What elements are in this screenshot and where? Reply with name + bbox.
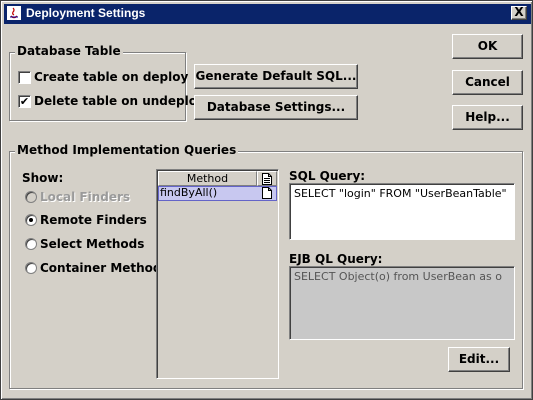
help-button[interactable]: Help... [452, 105, 523, 130]
sql-query-label: SQL Query: [289, 169, 366, 183]
icon-column-header[interactable] [257, 171, 277, 186]
generate-default-sql-button[interactable]: Generate Default SQL... [194, 64, 358, 89]
table-row[interactable]: findByAll() [158, 186, 277, 201]
radio-selected-dot [29, 218, 33, 222]
close-icon: X [514, 5, 524, 19]
java-app-icon [7, 6, 21, 20]
method-queries-group-title: Method Implementation Queries [15, 143, 239, 157]
method-cell: findByAll() [160, 186, 218, 199]
show-label: Show: [22, 171, 64, 185]
document-icon [262, 187, 272, 199]
cancel-label: Cancel [465, 75, 510, 89]
create-table-label[interactable]: Create table on deploy [34, 70, 188, 84]
close-button[interactable]: X [511, 6, 527, 20]
sql-query-text: SELECT "login" FROM "UserBeanTable" [294, 187, 507, 200]
cancel-button[interactable]: Cancel [452, 70, 523, 95]
ok-button[interactable]: OK [452, 34, 523, 59]
remote-finders-radio[interactable] [25, 214, 37, 226]
container-methods-radio[interactable] [25, 262, 37, 274]
ok-label: OK [477, 39, 498, 53]
remote-finders-label[interactable]: Remote Finders [40, 213, 147, 227]
select-methods-radio[interactable] [25, 238, 37, 250]
help-label: Help... [465, 110, 510, 124]
database-settings-button[interactable]: Database Settings... [194, 95, 358, 120]
database-table-group [9, 52, 186, 121]
delete-table-checkbox[interactable]: ✔ [18, 95, 31, 108]
document-icon [262, 173, 272, 185]
ejb-ql-query-label: EJB QL Query: [289, 252, 383, 266]
database-settings-label: Database Settings... [206, 100, 346, 114]
method-column-header-label: Method [186, 172, 229, 185]
sql-query-field[interactable]: SELECT "login" FROM "UserBeanTable" [289, 183, 515, 240]
ejb-ql-query-field[interactable]: SELECT Object(o) from UserBean as o [289, 266, 515, 340]
ejb-ql-query-text: SELECT Object(o) from UserBean as o [294, 270, 502, 283]
local-finders-radio[interactable] [25, 191, 37, 203]
select-methods-label[interactable]: Select Methods [40, 237, 144, 251]
deployment-settings-dialog: Deployment Settings X Database Table Cre… [0, 0, 533, 400]
edit-button[interactable]: Edit... [448, 347, 510, 372]
title-bar[interactable]: Deployment Settings X [4, 4, 531, 24]
database-table-group-title: Database Table [15, 44, 123, 58]
local-finders-label[interactable]: Local Finders [40, 190, 130, 204]
generate-default-sql-label: Generate Default SQL... [195, 69, 357, 83]
delete-table-label[interactable]: Delete table on undeploy [34, 94, 205, 108]
create-table-checkbox[interactable] [18, 71, 31, 84]
method-column-header[interactable]: Method [158, 171, 257, 186]
window-title: Deployment Settings [26, 6, 146, 20]
container-methods-label[interactable]: Container Methods [40, 261, 169, 275]
edit-label: Edit... [458, 352, 500, 366]
check-mark-icon: ✔ [19, 95, 30, 108]
